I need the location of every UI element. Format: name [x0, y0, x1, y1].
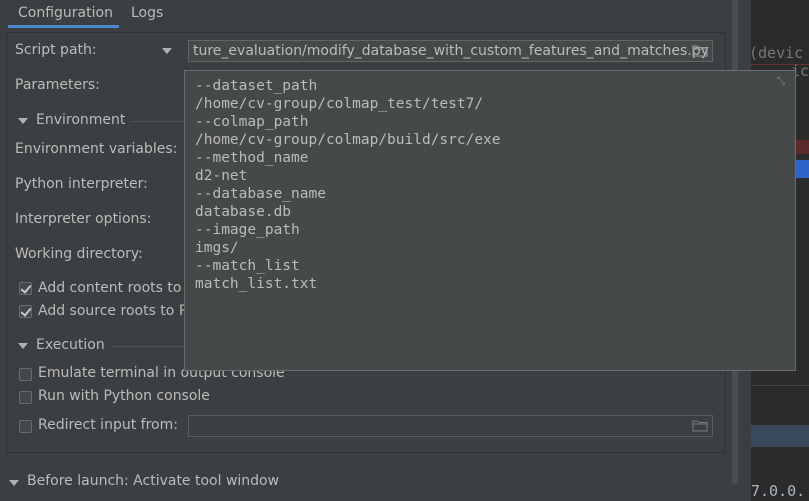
- tab-logs[interactable]: Logs: [131, 0, 163, 28]
- script-type-dropdown-icon[interactable]: [162, 48, 172, 54]
- add-content-roots-checkbox[interactable]: [19, 282, 32, 295]
- param-line: d2-net: [195, 168, 248, 184]
- param-line: --colmap_path: [195, 114, 309, 130]
- editor-text-top: (devic: [751, 44, 804, 62]
- parameters-expanded-popup[interactable]: ⤡ --dataset_path /home/cv-group/colmap_t…: [184, 70, 796, 371]
- interpreter-options-label: Interpreter options:: [15, 211, 152, 227]
- param-line: /home/cv-group/colmap/build/src/exe: [195, 132, 501, 148]
- script-path-label: Script path:: [15, 42, 97, 58]
- python-console-checkbox[interactable]: [19, 391, 32, 404]
- param-line: imgs/: [195, 240, 239, 256]
- tab-configuration[interactable]: Configuration: [8, 0, 119, 28]
- script-path-field[interactable]: ture_evaluation/modify_database_with_cus…: [188, 40, 713, 62]
- add-content-roots-label: Add content roots to: [38, 280, 182, 296]
- emulate-terminal-checkbox[interactable]: [19, 368, 32, 381]
- python-console-label: Run with Python console: [38, 388, 210, 404]
- folder-icon[interactable]: [692, 44, 708, 57]
- param-line: --dataset_path: [195, 78, 318, 94]
- python-interpreter-label: Python interpreter:: [15, 176, 148, 192]
- env-vars-label: Environment variables:: [15, 141, 178, 157]
- param-line: /home/cv-group/colmap_test/test7/: [195, 96, 484, 112]
- param-line: --image_path: [195, 222, 300, 238]
- editor-highlight-row: [751, 425, 809, 447]
- add-source-roots-checkbox[interactable]: [19, 305, 32, 318]
- tab-bar: Configuration Logs: [0, 0, 740, 28]
- param-line: database.db: [195, 204, 292, 220]
- param-line: --method_name: [195, 150, 309, 166]
- add-source-roots-label: Add source roots to P: [38, 303, 188, 319]
- tab-configuration-label: Configuration: [18, 5, 113, 21]
- folder-icon[interactable]: [692, 419, 708, 432]
- redirect-input-label: Redirect input from:: [38, 417, 178, 433]
- environment-collapse-icon[interactable]: [18, 118, 28, 124]
- redirect-input-checkbox[interactable]: [19, 420, 32, 433]
- environment-section-label[interactable]: Environment: [36, 112, 125, 128]
- before-launch-label[interactable]: Before launch: Activate tool window: [27, 473, 279, 489]
- expand-collapse-icon[interactable]: ⤡: [777, 77, 787, 87]
- editor-divider: [751, 385, 809, 386]
- execution-section-label[interactable]: Execution: [36, 337, 105, 353]
- before-launch-collapse-icon[interactable]: [9, 480, 19, 486]
- execution-divider: [110, 346, 184, 347]
- execution-collapse-icon[interactable]: [18, 343, 28, 349]
- working-directory-label: Working directory:: [15, 246, 143, 262]
- tab-logs-label: Logs: [131, 5, 164, 21]
- script-path-value: ture_evaluation/modify_database_with_cus…: [193, 43, 709, 59]
- redirect-input-field[interactable]: [188, 415, 713, 437]
- parameters-label: Parameters:: [15, 77, 100, 93]
- param-line: match_list.txt: [195, 276, 318, 292]
- param-line: --database_name: [195, 186, 326, 202]
- editor-text-bottom: 7.0.0.: [751, 482, 806, 500]
- param-line: --match_list: [195, 258, 300, 274]
